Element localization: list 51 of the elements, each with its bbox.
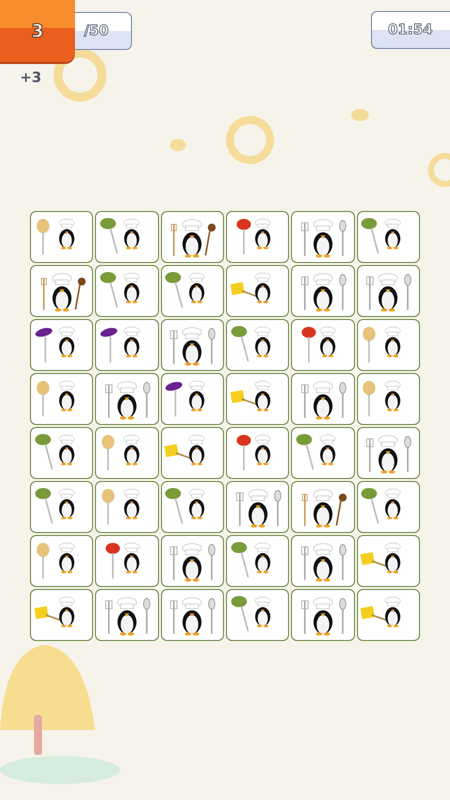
game-tile[interactable] (30, 265, 94, 317)
game-tile[interactable] (291, 535, 355, 587)
game-tile[interactable] (30, 211, 94, 263)
game-tile[interactable] (160, 535, 224, 587)
game-tile[interactable] (291, 373, 355, 425)
game-tile[interactable] (291, 481, 355, 533)
game-tile[interactable] (95, 211, 159, 263)
game-tile[interactable] (95, 589, 159, 641)
game-tile[interactable] (95, 373, 159, 425)
game-tile[interactable] (160, 373, 224, 425)
game-tile[interactable] (160, 211, 224, 263)
game-tile[interactable] (30, 427, 94, 479)
game-tile[interactable] (226, 319, 290, 371)
game-tile[interactable] (160, 481, 224, 533)
game-tile[interactable] (95, 481, 159, 533)
game-tile[interactable] (226, 373, 290, 425)
game-tile[interactable] (95, 427, 159, 479)
score-counter: 3 (0, 0, 75, 62)
game-tile[interactable] (356, 589, 420, 641)
game-tile[interactable] (356, 319, 420, 371)
game-tile[interactable] (356, 265, 420, 317)
game-tile[interactable] (356, 535, 420, 587)
game-tile[interactable] (160, 319, 224, 371)
game-tile[interactable] (226, 427, 290, 479)
game-tile[interactable] (30, 535, 94, 587)
game-tile[interactable] (95, 319, 159, 371)
game-tile[interactable] (356, 211, 420, 263)
game-tile[interactable] (30, 589, 94, 641)
game-tile[interactable] (291, 211, 355, 263)
game-tile[interactable] (160, 589, 224, 641)
game-tile[interactable] (291, 319, 355, 371)
game-tile[interactable] (226, 265, 290, 317)
game-tile[interactable] (356, 481, 420, 533)
game-tile[interactable] (160, 427, 224, 479)
game-tile[interactable] (95, 535, 159, 587)
countdown-timer: 01:54 (371, 11, 450, 49)
game-tile[interactable] (356, 427, 420, 479)
game-tile[interactable] (226, 481, 290, 533)
game-tile[interactable] (226, 589, 290, 641)
game-tile[interactable] (30, 373, 94, 425)
game-tile[interactable] (30, 481, 94, 533)
game-tile[interactable] (356, 373, 420, 425)
game-tile[interactable] (291, 265, 355, 317)
game-tile[interactable] (95, 265, 159, 317)
game-tile[interactable] (160, 265, 224, 317)
game-tile[interactable] (30, 319, 94, 371)
game-tile[interactable] (226, 211, 290, 263)
game-tile[interactable] (291, 427, 355, 479)
score-bonus: +3 (20, 70, 42, 86)
game-tile[interactable] (226, 535, 290, 587)
game-tile[interactable] (291, 589, 355, 641)
